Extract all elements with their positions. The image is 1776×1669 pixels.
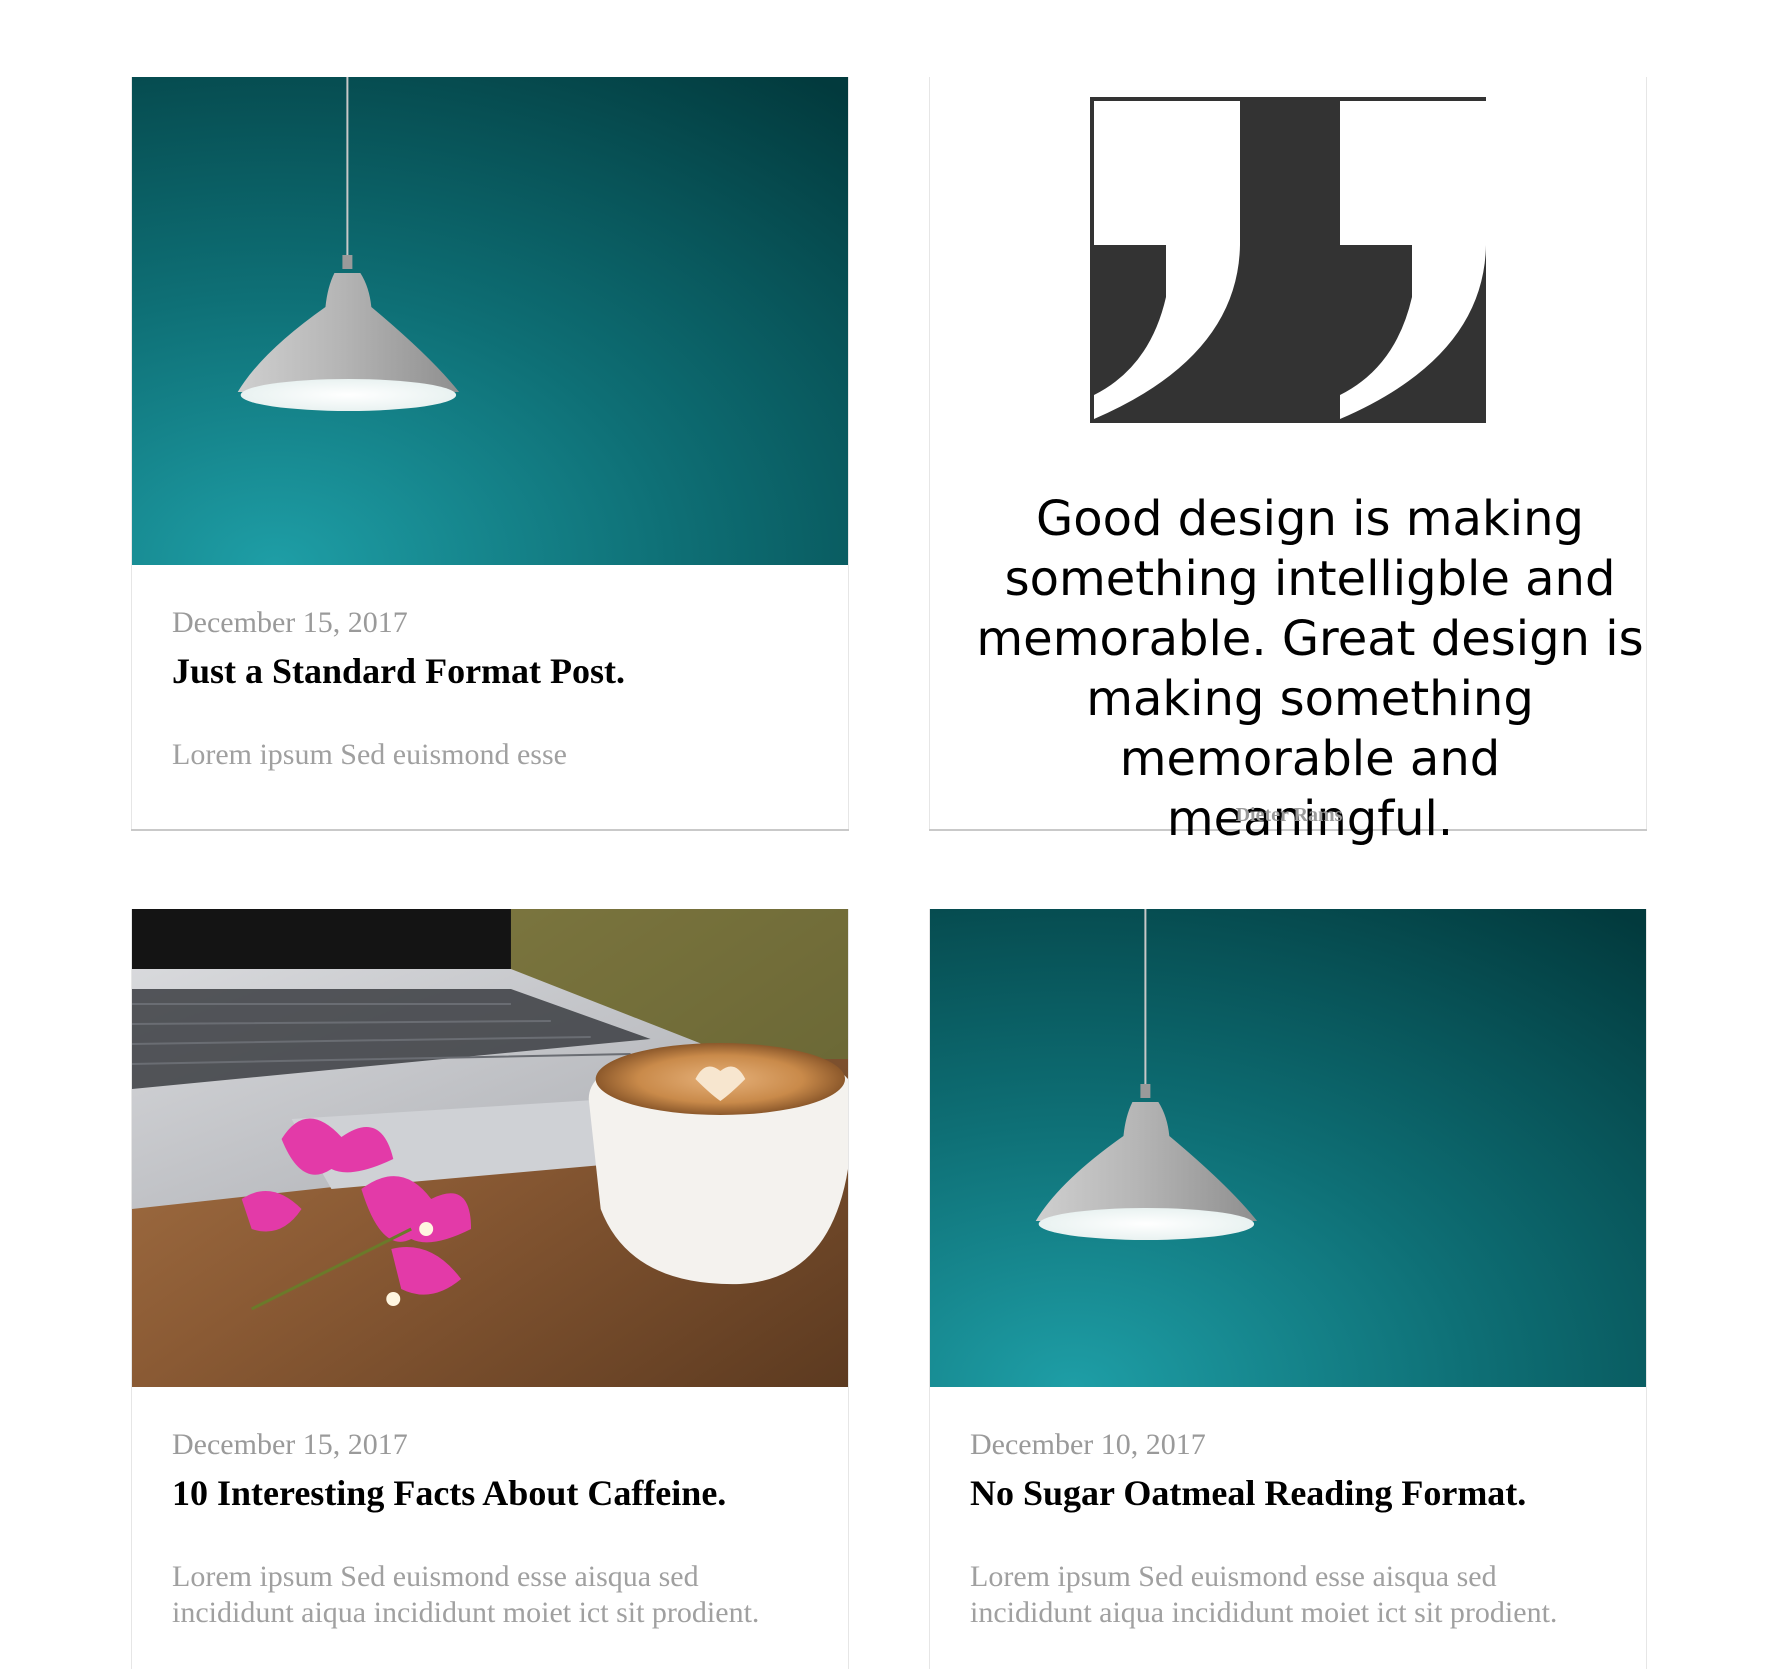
post-excerpt: Lorem ipsum Sed euismond esse [172,738,567,771]
post-date: December 10, 2017 [970,1428,1206,1461]
post-date: December 15, 2017 [172,1428,408,1461]
post-card-quote[interactable]: Good design is making something intellig… [929,77,1647,847]
post-card-caffeine[interactable]: December 15, 2017 10 Interesting Facts A… [131,909,849,1669]
quote-text: Good design is making something intellig… [976,491,1644,847]
post-thumbnail[interactable] [132,909,848,1387]
post-card-oatmeal[interactable]: December 10, 2017 No Sugar Oatmeal Readi… [929,909,1647,1669]
post-excerpt: Lorem ipsum Sed euismond esse aisqua sed… [172,1560,760,1629]
post-card-standard[interactable]: December 15, 2017 Just a Standard Format… [131,77,849,829]
post-title[interactable]: 10 Interesting Facts About Caffeine. [172,1471,808,1515]
post-thumbnail[interactable] [132,77,848,565]
post-title[interactable]: No Sugar Oatmeal Reading Format. [970,1471,1606,1515]
quote-author: Dieter Rams [1235,804,1343,826]
pendant-lamp-image [132,77,848,565]
post-title[interactable]: Just a Standard Format Post. [172,649,808,693]
post-thumbnail[interactable] [930,909,1646,1387]
post-excerpt: Lorem ipsum Sed euismond esse aisqua sed… [970,1560,1558,1629]
post-date: December 15, 2017 [172,606,408,639]
laptop-coffee-flowers-image [132,909,848,1387]
pendant-lamp-image [930,909,1646,1387]
quote-mark-icon [1090,97,1486,423]
